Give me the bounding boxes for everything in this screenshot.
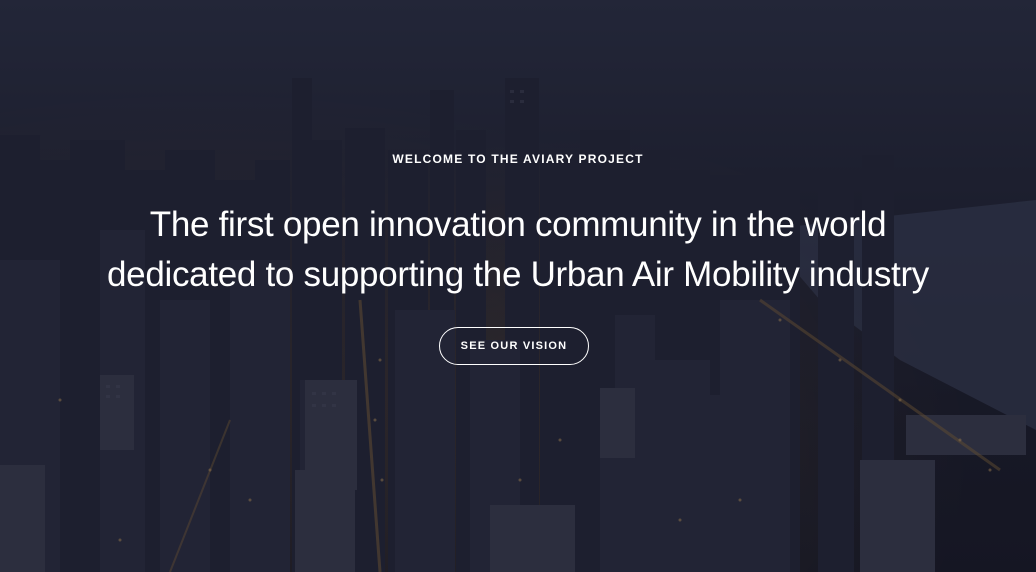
hero-headline-line-2: dedicated to supporting the Urban Air Mo…: [106, 255, 929, 294]
hero-headline: The first open innovation community in t…: [0, 200, 1036, 300]
see-our-vision-button[interactable]: SEE OUR VISION: [439, 327, 589, 365]
hero-headline-line-1: The first open innovation community in t…: [149, 205, 887, 244]
hero-eyebrow: WELCOME TO THE AVIARY PROJECT: [392, 152, 644, 166]
hero-section: WELCOME TO THE AVIARY PROJECT The first …: [0, 0, 1036, 572]
hero-content: WELCOME TO THE AVIARY PROJECT The first …: [0, 0, 1036, 572]
